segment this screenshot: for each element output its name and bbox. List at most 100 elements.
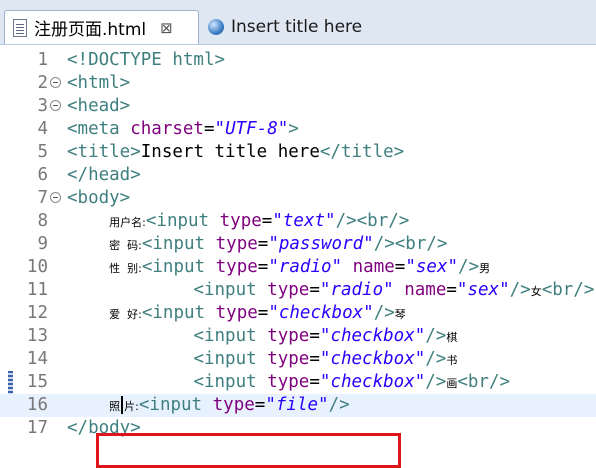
code-token: 用户名: [109,216,146,229]
code-text: <!DOCTYPE html> [67,49,225,72]
code-editor[interactable]: 1 <!DOCTYPE html> 2 <html> 3 <head> 4 <meta cha… [0,45,596,468]
editor-tab-bar: 注册页面.html ⊠ Insert title here [0,0,596,45]
code-token: <!DOCTYPE html> [67,50,226,70]
code-token: type [215,303,258,323]
code-token: "checkbox" [268,303,374,323]
code-line[interactable]: 5 <title>Insert title here</title> [0,141,596,164]
code-token: = [203,119,215,139]
code-token: type [267,349,310,369]
code-token: type [212,395,255,415]
code-line[interactable]: 11 <input type="radio" name="sex"/>女<br/… [0,279,596,302]
line-number: 1 [37,50,48,70]
code-token: 照 [109,400,121,413]
line-number: 13 [26,326,48,346]
code-token: 爱 好: [109,308,142,321]
code-token: <br/> [541,280,595,300]
code-token: "radio" [268,257,343,277]
close-tab-icon[interactable]: ⊠ [160,19,173,37]
code-token: = [261,211,273,231]
code-line[interactable]: 3 <head> [0,95,596,118]
code-token: /><br/> [335,211,410,231]
code-token: name [352,257,395,277]
code-token: type [267,280,310,300]
line-number: 2 [37,73,48,93]
code-token: "checkbox" [319,372,426,392]
code-line[interactable]: 15 <input type="checkbox"/>画<br/> [0,371,596,394]
code-token: "UTF-8" [214,119,289,139]
line-number: 11 [26,280,48,300]
code-text: <body> [67,187,130,210]
tab-label: Insert title here [231,17,363,37]
code-token: <input [193,326,268,346]
code-text: 性 别:<input type="radio" name="sex"/>男 [67,256,490,280]
code-token: <br/> [457,372,511,392]
code-line[interactable]: 2 <html> [0,72,596,95]
code-token: <input [145,211,220,231]
fold-toggle-icon[interactable] [50,100,61,111]
line-number: 3 [37,96,48,116]
code-line[interactable]: 12 爱 好:<input type="checkbox"/>琴 [0,302,596,325]
code-token: <input [141,234,216,254]
code-token: 女 [530,285,542,298]
code-token: <head> [67,96,131,116]
code-token: <input [141,257,216,277]
fold-toggle-icon[interactable] [50,192,61,203]
code-token: </head> [67,165,141,185]
code-token: /> [425,326,447,346]
code-token: = [446,280,457,300]
code-token: /> [425,372,447,392]
code-line[interactable]: 10 性 别:<input type="radio" name="sex"/>男 [0,256,596,279]
code-line[interactable]: 7 <body> [0,187,596,210]
fold-toggle-icon[interactable] [50,77,61,88]
code-token: <input [193,372,268,392]
code-token: <title> [67,142,141,162]
code-token: charset [130,119,204,139]
line-number: 16 [26,395,48,415]
code-token: "radio" [319,280,394,300]
code-token: "sex" [456,280,510,300]
code-line[interactable]: 1 <!DOCTYPE html> [0,49,596,72]
code-token: 书 [446,354,458,367]
globe-icon [208,19,224,35]
line-number: 12 [26,303,48,323]
code-token: type [215,257,258,277]
code-line[interactable]: 8 用户名:<input type="text"/><br/> [0,210,596,233]
code-text: 照片:<input type="file"/> [67,394,349,418]
line-number: 6 [37,165,48,185]
code-token: = [309,280,320,300]
tab-label: 注册页面.html [34,20,147,40]
code-token: /> [509,280,531,300]
code-token: "sex" [405,257,459,277]
code-token: name [404,280,447,300]
code-line[interactable]: 14 <input type="checkbox"/>书 [0,348,596,371]
code-token: type [267,372,310,392]
line-number: 4 [37,119,48,139]
code-text: <head> [67,95,130,118]
code-text: 爱 好:<input type="checkbox"/>琴 [67,302,406,326]
code-token: /> [425,349,447,369]
code-line[interactable]: 4 <meta charset="UTF-8"> [0,118,596,141]
code-text: <input type="checkbox"/>棋 [67,325,457,349]
code-token: = [257,303,269,323]
code-line[interactable]: 16 照片:<input type="file"/> [0,394,596,417]
tab-browser-preview[interactable]: Insert title here [202,10,472,44]
text-cursor [121,396,124,414]
line-number: 7 [37,188,48,208]
line-number: 9 [37,234,48,254]
code-token: 片: [124,400,139,413]
code-token: 性 别: [109,262,142,275]
code-line[interactable]: 6 </head> [0,164,596,187]
code-token: "text" [272,211,336,231]
code-text: </head> [67,164,141,187]
highlight-box [96,433,401,468]
code-token: <body> [67,188,131,208]
code-line[interactable]: 9 密 码:<input type="password"/><br/> [0,233,596,256]
code-text: <input type="radio" name="sex"/>女<br/> [67,279,594,303]
tab-register-html[interactable]: 注册页面.html ⊠ [4,10,199,44]
line-number: 8 [37,211,48,231]
code-line[interactable]: 13 <input type="checkbox"/>棋 [0,325,596,348]
code-token: <input [193,349,268,369]
